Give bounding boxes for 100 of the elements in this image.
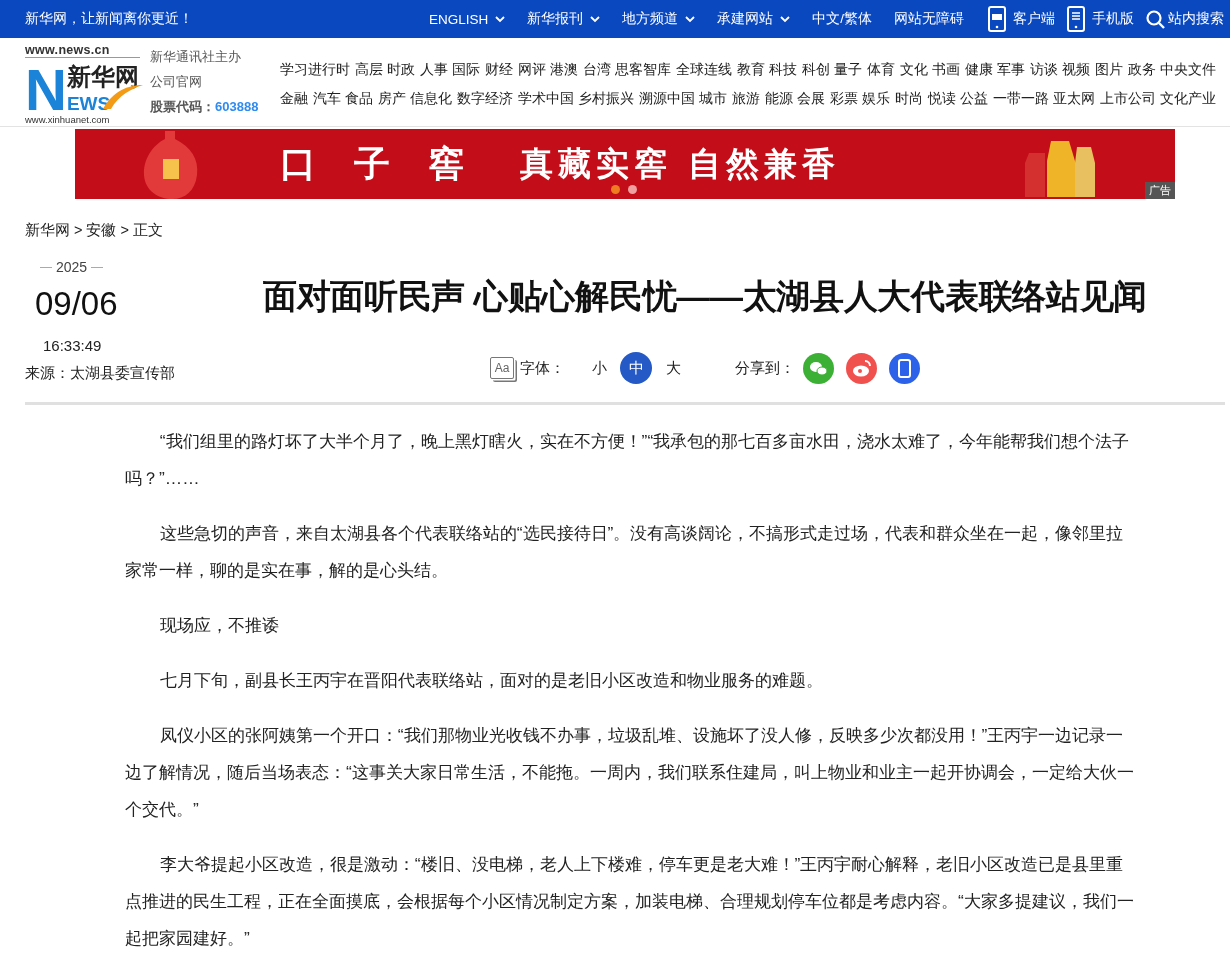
channel-link[interactable]: 彩票 [829,89,858,108]
article-paragraph: 现场应，不推诿 [158,614,280,637]
carousel-dot[interactable] [611,185,620,194]
channel-link[interactable]: 上市公司 [1099,89,1156,108]
channel-link[interactable]: 亚太网 [1053,89,1096,108]
font-size-option[interactable]: 大 [657,352,690,384]
font-size-icon: Aa [489,357,515,379]
channel-link[interactable]: 旅游 [731,89,760,108]
channel-link[interactable]: 网评 [517,60,546,79]
channel-link[interactable]: 科技 [769,60,798,79]
ad-label: 广告 [1145,182,1175,199]
channel-link[interactable]: 房产 [377,89,406,108]
dropdown-link[interactable]: 承建网站 [717,10,791,28]
breadcrumb-link[interactable]: 新华网 [25,220,70,240]
article-title: 面对面听民声 心贴心解民忧——太湖县人大代表联络站见闻 [262,277,1148,317]
channel-link[interactable]: 时政 [387,60,416,79]
channel-link[interactable]: 人事 [419,60,448,79]
search-link[interactable]: 站内搜索 [1146,9,1224,29]
weibo-share-icon[interactable] [846,352,878,384]
ad-slogan: 真藏实窖 自然兼香 [520,142,841,185]
font-size-option[interactable]: 中 [620,352,653,384]
channel-link[interactable]: 思客智库 [615,60,672,79]
channel-link[interactable]: 教育 [736,60,765,79]
channel-link[interactable]: 学术中国 [517,89,574,108]
channel-link[interactable]: 能源 [764,89,793,108]
channel-link[interactable]: 书画 [932,60,961,79]
logo-initial[interactable]: N [25,66,67,113]
channel-link[interactable]: 访谈 [1029,60,1058,79]
channel-link[interactable]: 国际 [452,60,481,79]
breadcrumb-link[interactable]: 安徽 [86,220,117,240]
channel-link[interactable]: 军事 [997,60,1026,79]
channel-link[interactable]: 量子 [834,60,863,79]
dropdown-link[interactable]: ENGLISH [428,11,506,27]
channel-link[interactable]: 视频 [1062,60,1091,79]
channel-link[interactable]: 科创 [801,60,830,79]
caret-icon [685,15,696,23]
logo-url: www.xinhuanet.com [25,114,111,125]
logo-name[interactable]: 新华网 [66,63,139,90]
channel-link[interactable]: 城市 [699,89,728,108]
channel-link[interactable]: 台湾 [582,60,611,79]
channel-link[interactable]: 图片 [1095,60,1124,79]
site-slogan: 新华网，让新闻离你更近！ [25,10,193,28]
app-phone-icon [988,6,1006,32]
channel-link[interactable]: 学习进行时 [280,60,350,79]
wechat-share-icon[interactable] [803,352,835,384]
channel-link[interactable]: 健康 [964,60,993,79]
font-size-option[interactable]: 小 [583,352,616,384]
channel-link[interactable]: 信息化 [410,89,453,108]
breadcrumb-separator: > [74,222,83,238]
caret-icon [590,15,601,23]
article-paragraph: “我们组里的路灯坏了大半个月了，晚上黑灯瞎火，实在不方便！”“我承包的那七百多亩水田，浇水太难了，今年能帮我们想个法子吗？”…… [125,430,1131,490]
stock-code-text: 股票代码：603888 [150,98,260,116]
carousel-dot[interactable] [628,185,637,194]
channel-link[interactable]: 财经 [484,60,513,79]
nav-link[interactable]: 中文/繁体 [812,10,872,28]
mobile-share-icon[interactable] [889,352,921,384]
channel-link[interactable]: 汽车 [312,89,341,108]
app-link[interactable]: 手机版 [1067,6,1134,32]
ad-brand-text: 口子窖 [280,140,502,186]
channel-link[interactable]: 港澳 [550,60,579,79]
channel-link[interactable]: 一带一路 [992,89,1049,108]
breadcrumb-separator: > [120,222,129,238]
channel-link[interactable]: 食品 [345,89,374,108]
dropdown-link[interactable]: 新华报刊 [527,10,601,28]
breadcrumb-link[interactable]: 正文 [132,220,163,240]
channel-link[interactable]: 悦读 [927,89,956,108]
search-icon [1146,9,1165,29]
channel-link[interactable]: 高层 [354,60,383,79]
channel-link[interactable]: 娱乐 [862,89,891,108]
ad-banner[interactable]: 口子窖 真藏实窖 自然兼香 广告 [75,129,1175,199]
channel-link[interactable]: 政务 [1127,60,1156,79]
caret-icon [780,15,791,23]
channel-link[interactable]: 金融 [280,89,308,108]
article-paragraph: 这些急切的声音，来自太湖县各个代表联络站的“选民接待日”。没有高谈阔论，不搞形式走过场，代表和群众坐在一起，像邻里拉家常一样，聊的是实在事，解的是心头结。 [125,522,1125,582]
caret-icon [495,15,506,23]
channel-link[interactable]: 中央文件 [1160,60,1217,79]
channel-link[interactable]: 溯源中国 [638,89,695,108]
publish-year: 2025 [56,259,88,275]
publish-date: 09/06 [35,285,119,324]
channel-link[interactable]: 会展 [797,89,826,108]
article-paragraph: 凤仪小区的张阿姨第一个开口：“我们那物业光收钱不办事，垃圾乱堆、设施坏了没人修，反映多少次都没用！”王丙宇一边记录一边了解情况，随后当场表态：“这事关大家日常生活，不能拖。一周内，我们联系住建局，叫上物业和业主一起开协调会，一定给大伙一个交代。” [125,724,1135,821]
publish-time: 16:33:49 [43,337,103,354]
channel-link[interactable]: 文化 [899,60,928,79]
article-source: 来源：太湖县委宣传部 [25,364,176,383]
nav-link[interactable]: 网站无障碍 [894,10,964,28]
dropdown-link[interactable]: 地方频道 [622,10,696,28]
channel-link[interactable]: 体育 [866,60,895,79]
share-label: 分享到： [735,358,796,378]
article-paragraph: 李大爷提起小区改造，很是激动：“楼旧、没电梯，老人上下楼难，停车更是老大难！”王丙宇耐心解释，老旧小区改造已是县里重点推进的民生工程，正在全面摸底，会根据每个小区情况制定方案，加装电梯、合理规划停车位都是考虑内容。“大家多提建议，我们一起把家园建好。” [125,853,1135,950]
channel-link[interactable]: 数字经济 [456,89,513,108]
article-paragraph: 七月下旬，副县长王丙宇在晋阳代表联络站，面对的是老旧小区改造和物业服务的难题。 [158,669,824,692]
channel-link[interactable]: 乡村振兴 [578,89,635,108]
app-link[interactable]: 客户端 [988,6,1055,32]
official-site-link[interactable]: 公司官网 [150,73,270,91]
channel-link[interactable]: 公益 [960,89,989,108]
logo-domain: www.news.cn [25,43,140,58]
phone-icon [1067,6,1085,32]
channel-link[interactable]: 文化产业 [1160,89,1217,108]
channel-link[interactable]: 全球连线 [675,60,732,79]
channel-link[interactable]: 时尚 [894,89,923,108]
